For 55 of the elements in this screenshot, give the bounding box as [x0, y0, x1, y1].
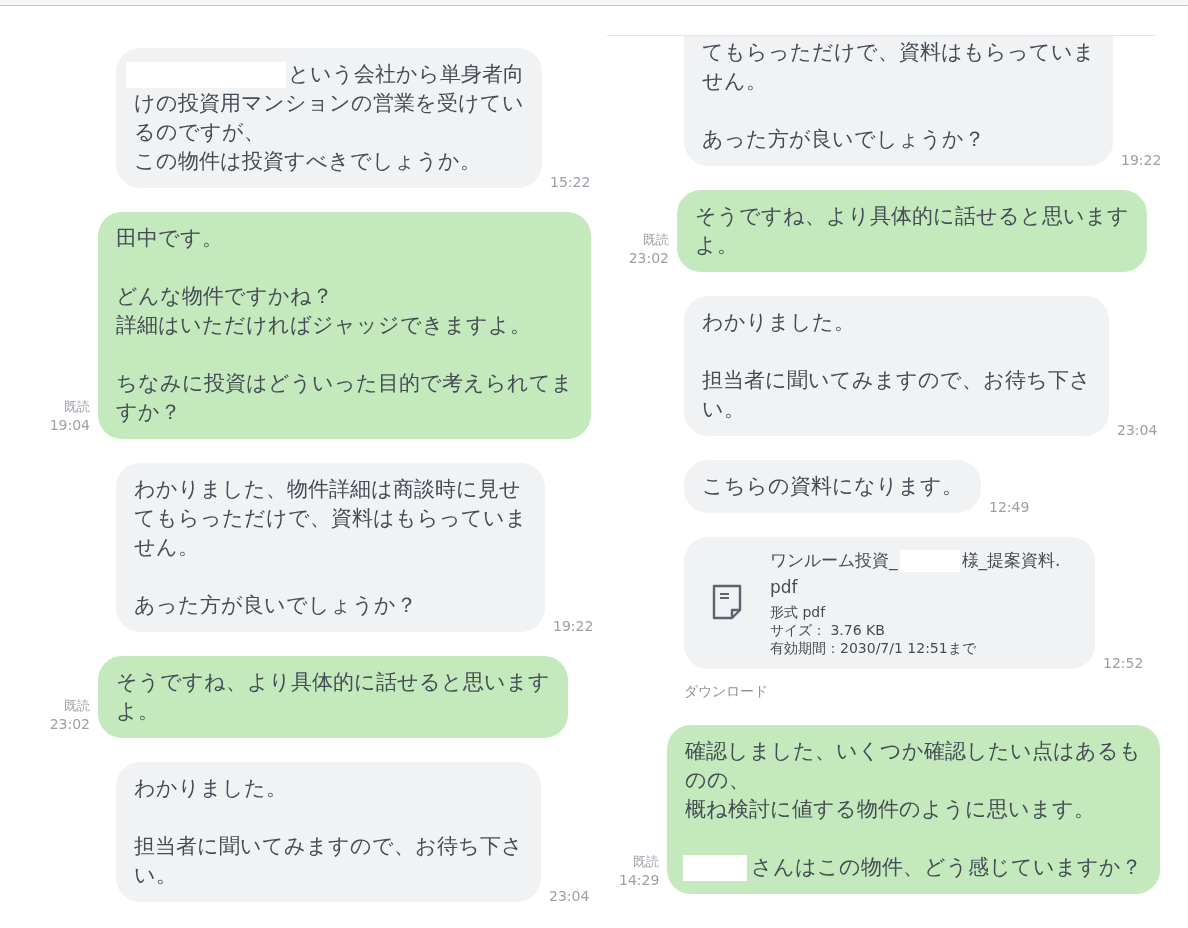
message-text: 様_提案資料.	[961, 549, 1061, 573]
message-text: あった方が良いでしょうか？	[702, 126, 985, 153]
message-time: 19:04	[49, 416, 90, 435]
message-text: 担当者に聞いてみますので、お待ち下さ	[134, 833, 523, 860]
message-time: 23:04	[549, 887, 590, 906]
message-time: 14:29	[619, 871, 660, 890]
message-text: あった方が良いでしょうか？	[134, 592, 417, 619]
message-text: という会社から単身者向	[288, 61, 524, 88]
message-text: てもらっただけで、資料はもらっていま	[702, 39, 1095, 66]
message-text: 担当者に聞いてみますので、お待ち下さ	[702, 367, 1091, 394]
message-text: てもらっただけで、資料はもらっていま	[134, 505, 527, 532]
message-text: pdf	[770, 576, 798, 599]
message-text: い。	[702, 396, 745, 423]
message-text: わかりました。	[702, 309, 855, 336]
message-text: 詳細はいただければジャッジできますよ。	[116, 312, 531, 339]
message-text: よ。	[695, 232, 738, 259]
message-text: すか？	[116, 399, 181, 426]
message-time: 15:22	[550, 173, 591, 192]
read-label: 既読	[633, 853, 660, 871]
message-time: 12:52	[1103, 654, 1144, 673]
message-text: い。	[134, 862, 177, 889]
message-text: るのですが、	[134, 119, 265, 146]
message-text: よ。	[116, 698, 159, 725]
message-text: どんな物件ですかね？	[116, 283, 333, 310]
message-text: のの、	[685, 767, 751, 794]
read-label: 既読	[643, 231, 669, 249]
message-text: そうですね、より具体的に話せると思います	[116, 669, 550, 696]
message-text: この物件は投資すべきでしょうか。	[134, 148, 481, 175]
message-text: 確認しました、いくつか確認したい点はあるも	[685, 738, 1142, 765]
file-detail: 形式 pdf	[770, 603, 827, 621]
message-time: 23:02	[49, 715, 90, 734]
message-text: 概ね検討に値する物件のように思います。	[685, 796, 1096, 823]
message-time: 23:02	[628, 249, 669, 268]
message-text: ワンルーム投資_	[770, 549, 898, 573]
message-text: こちらの資料になります。	[702, 473, 963, 500]
document-icon	[712, 584, 742, 620]
message-text: わかりました。	[134, 775, 287, 802]
message-text: ちなみに投資はどういった目的で考えられてま	[116, 370, 573, 397]
file-detail: 有効期間：2030/7/1 12:51まで	[770, 639, 977, 657]
read-label: 既読	[64, 697, 90, 715]
message-text: 田中です。	[116, 225, 223, 252]
message-time: 19:22	[553, 617, 594, 636]
message-time: 19:22	[1121, 151, 1162, 170]
message-text: せん。	[134, 534, 199, 561]
message-time: 23:04	[1117, 421, 1158, 440]
message-text: そうですね、より具体的に話せると思います	[695, 203, 1129, 230]
message-text: さんはこの物件、どう感じていますか？	[751, 854, 1143, 881]
message-text: けの投資用マンションの営業を受けてい	[134, 90, 524, 117]
message-time: 12:49	[989, 498, 1030, 517]
redaction-box	[683, 854, 748, 881]
message-text: せん。	[702, 68, 767, 95]
download-link[interactable]: ダウンロード	[684, 683, 768, 701]
message-text: わかりました、物件詳細は商談時に見せ	[134, 476, 521, 503]
read-label: 既読	[64, 398, 90, 416]
file-detail: サイズ： 3.76 KB	[770, 621, 886, 639]
